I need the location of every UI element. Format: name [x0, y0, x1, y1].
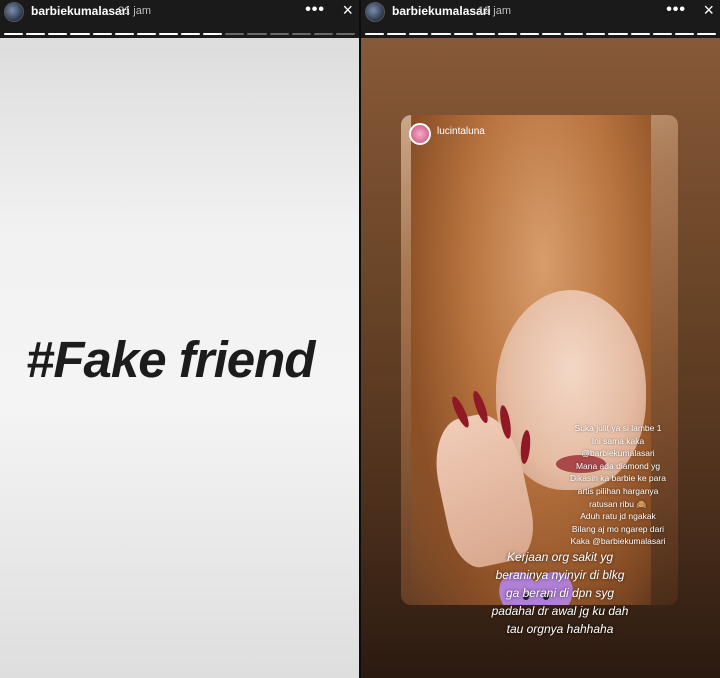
caption-line: Aduh ratu jd ngakak: [580, 511, 656, 522]
comment-line: ga berani di dpn syg: [505, 586, 615, 600]
caption-line: Ini sama kaka: [591, 435, 645, 446]
comment-line: Kerjaan org sakit yg: [506, 550, 614, 564]
caption-line: artis pilihan harganya: [577, 485, 659, 496]
comment-line: tau orgnya hahhaha: [506, 622, 614, 636]
more-options-icon[interactable]: •••: [666, 1, 686, 19]
comment-line: beraninya nyinyir di blkg: [495, 568, 625, 582]
avatar[interactable]: [4, 2, 24, 22]
story-progress-bar: [4, 33, 355, 36]
username[interactable]: barbiekumalasari: [31, 4, 130, 18]
shared-avatar[interactable]: [409, 123, 431, 145]
close-icon[interactable]: ×: [342, 0, 353, 20]
story-header: barbiekumalasari 21 jam ••• ×: [0, 0, 359, 38]
shared-username[interactable]: lucintaluna: [437, 126, 485, 137]
story-header: barbiekumalasari 12 jam ••• ×: [361, 0, 720, 38]
comment-line: padahal dr awal jg ku dah: [491, 604, 629, 618]
caption-line: Bilang aj mo ngarep dari: [571, 523, 665, 534]
story-left[interactable]: barbiekumalasari 21 jam ••• × #Fake frie…: [0, 0, 359, 678]
story-text: #Fake friend: [26, 331, 315, 388]
timestamp: 21 jam: [118, 5, 152, 17]
more-options-icon[interactable]: •••: [305, 1, 325, 19]
caption-line: Kaka @barbiekumalasari: [570, 536, 666, 547]
avatar[interactable]: [365, 2, 385, 22]
caption-line: Suka julit ya si lambe 1: [574, 423, 662, 433]
username[interactable]: barbiekumalasari: [392, 4, 491, 18]
story-comment: Kerjaan org sakit yg beraninya nyinyir d…: [460, 548, 660, 638]
caption-line: Mana ada diamond yg: [575, 460, 661, 471]
shared-caption: Suka julit ya si lambe 1 Ini sama kaka @…: [555, 422, 681, 548]
timestamp: 12 jam: [478, 5, 512, 17]
story-progress-bar: [365, 33, 716, 36]
close-icon[interactable]: ×: [703, 0, 714, 20]
caption-line: ratusan ribu 🙈: [589, 498, 647, 509]
caption-line: Dikasih ka barbie ke para: [570, 473, 666, 484]
caption-line: @barbiekumalasari: [581, 448, 655, 459]
